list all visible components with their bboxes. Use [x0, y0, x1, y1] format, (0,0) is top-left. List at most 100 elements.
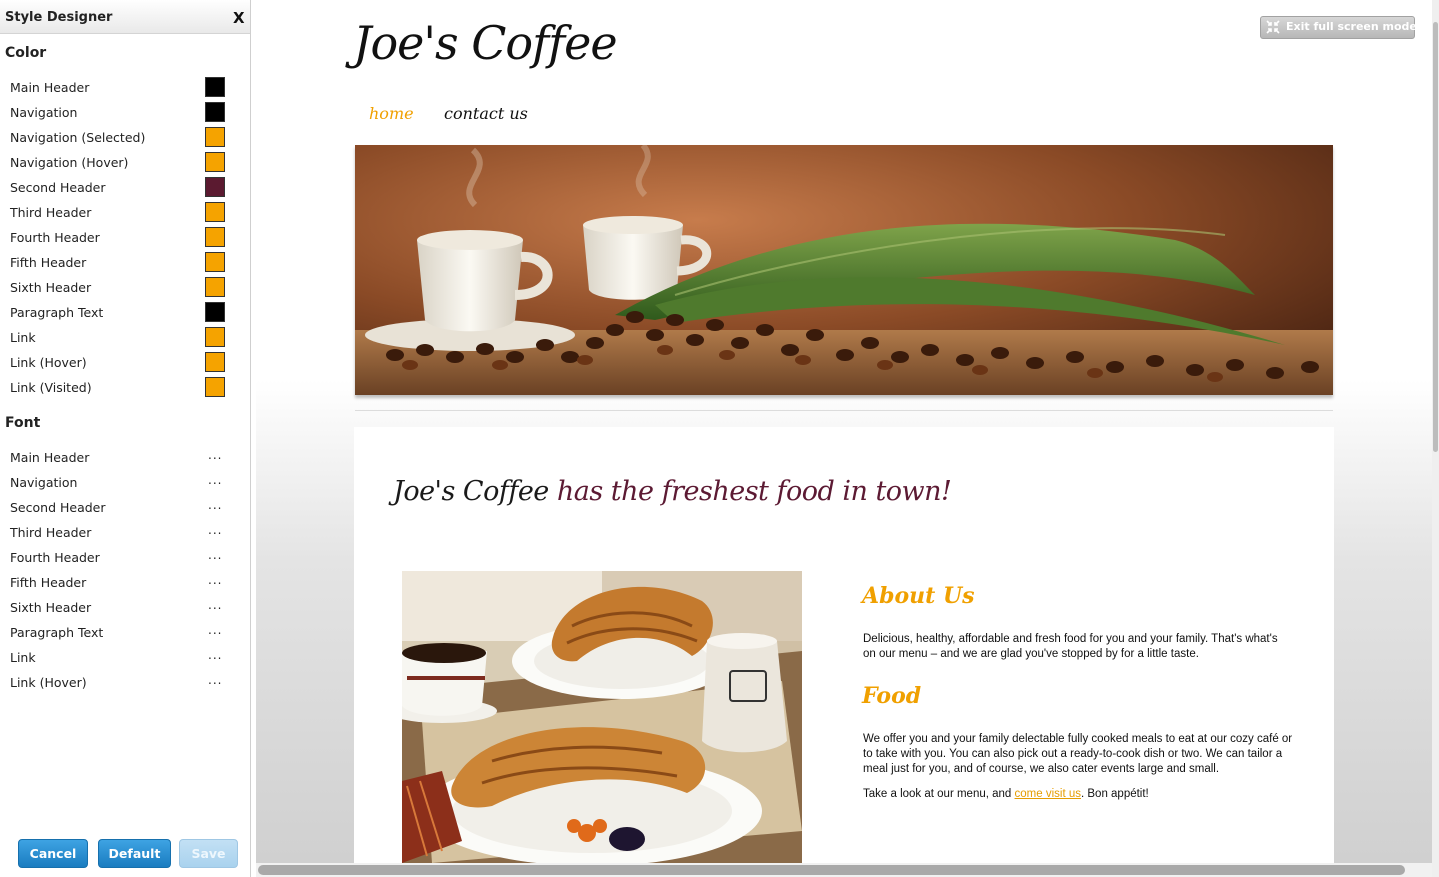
exit-fullscreen-label: Exit full screen mode: [1286, 20, 1417, 33]
font-row[interactable]: Link (Hover)...: [0, 670, 250, 695]
croissant-photo: [402, 571, 802, 863]
color-swatch[interactable]: [205, 177, 225, 197]
color-swatch[interactable]: [205, 277, 225, 297]
panel-header: Style Designer X: [0, 0, 250, 34]
color-row-label: Link: [10, 330, 36, 345]
font-row[interactable]: Third Header...: [0, 520, 250, 545]
save-button[interactable]: Save: [179, 839, 238, 868]
color-swatch[interactable]: [205, 302, 225, 322]
second-header: Joe's Coffee has the freshest food in to…: [393, 476, 952, 507]
font-row[interactable]: Paragraph Text...: [0, 620, 250, 645]
color-row[interactable]: Navigation (Hover): [0, 150, 250, 175]
nav-home[interactable]: home: [369, 104, 414, 123]
color-row[interactable]: Main Header: [0, 75, 250, 100]
color-row[interactable]: Third Header: [0, 200, 250, 225]
font-row-label: Fourth Header: [10, 550, 100, 565]
color-row-label: Paragraph Text: [10, 305, 104, 320]
font-options-button[interactable]: ...: [208, 498, 222, 512]
color-row-label: Second Header: [10, 180, 106, 195]
horizontal-scroll-thumb[interactable]: [258, 865, 1405, 875]
color-swatch[interactable]: [205, 152, 225, 172]
font-row[interactable]: Navigation...: [0, 470, 250, 495]
font-row-label: Paragraph Text: [10, 625, 104, 640]
cancel-button[interactable]: Cancel: [18, 839, 88, 868]
font-row-label: Link: [10, 650, 36, 665]
color-swatch[interactable]: [205, 227, 225, 247]
collapse-icon: [1266, 20, 1280, 37]
font-row[interactable]: Fourth Header...: [0, 545, 250, 570]
color-swatch[interactable]: [205, 327, 225, 347]
color-swatch[interactable]: [205, 352, 225, 372]
font-options-button[interactable]: ...: [208, 673, 222, 687]
about-us-heading: About Us: [862, 583, 975, 609]
font-row-label: Sixth Header: [10, 600, 92, 615]
hero-divider: [355, 410, 1333, 411]
style-designer-panel: Style Designer X Color Main Header Naviga…: [0, 0, 251, 877]
font-options-button[interactable]: ...: [208, 448, 222, 462]
color-swatch[interactable]: [205, 202, 225, 222]
color-row-label: Link (Hover): [10, 355, 87, 370]
font-row-label: Main Header: [10, 450, 90, 465]
tagline-brand: Joe's Coffee: [393, 476, 549, 507]
color-row-label: Third Header: [10, 205, 92, 220]
exit-fullscreen-button[interactable]: Exit full screen mode: [1260, 16, 1417, 39]
font-options-button[interactable]: ...: [208, 573, 222, 587]
tagline-text: has the freshest food in town!: [548, 476, 952, 507]
font-options-button[interactable]: ...: [208, 598, 222, 612]
color-section-title: Color: [5, 45, 47, 61]
color-swatch[interactable]: [205, 252, 225, 272]
font-section-title: Font: [5, 415, 41, 431]
color-row[interactable]: Navigation (Selected): [0, 125, 250, 150]
font-row[interactable]: Sixth Header...: [0, 595, 250, 620]
color-row-label: Navigation (Hover): [10, 155, 129, 170]
font-row-label: Second Header: [10, 500, 106, 515]
visit-suffix: . Bon appétit!: [1080, 788, 1149, 800]
color-row[interactable]: Fourth Header: [0, 225, 250, 250]
color-row[interactable]: Fifth Header: [0, 250, 250, 275]
color-swatch[interactable]: [205, 102, 225, 122]
default-button[interactable]: Default: [98, 839, 171, 868]
font-row[interactable]: Link...: [0, 645, 250, 670]
close-icon[interactable]: X: [233, 9, 245, 27]
color-swatch[interactable]: [205, 77, 225, 97]
color-row-label: Fourth Header: [10, 230, 100, 245]
about-us-text: Delicious, healthy, affordable and fresh…: [863, 633, 1278, 660]
font-options-button[interactable]: ...: [208, 623, 222, 637]
font-options-button[interactable]: ...: [208, 548, 222, 562]
color-swatch[interactable]: [205, 127, 225, 147]
visit-prefix: Take a look at our menu, and: [863, 788, 1015, 800]
color-row[interactable]: Link (Visited): [0, 375, 250, 400]
color-row-label: Sixth Header: [10, 280, 92, 295]
color-row[interactable]: Sixth Header: [0, 275, 250, 300]
food-heading: Food: [862, 683, 922, 709]
color-row[interactable]: Link: [0, 325, 250, 350]
come-visit-us-link[interactable]: come visit us: [1015, 788, 1081, 800]
color-row-label: Navigation: [10, 105, 78, 120]
vertical-scroll-thumb[interactable]: [1433, 22, 1438, 452]
font-options-button[interactable]: ...: [208, 523, 222, 537]
font-options-button[interactable]: ...: [208, 648, 222, 662]
font-row-label: Fifth Header: [10, 575, 87, 590]
color-row-label: Navigation (Selected): [10, 130, 146, 145]
food-text: We offer you and your family delectable …: [863, 733, 1293, 775]
font-row[interactable]: Second Header...: [0, 495, 250, 520]
visit-text: Take a look at our menu, and come visit …: [863, 787, 1293, 802]
site-title: Joe's Coffee: [353, 16, 618, 70]
color-row-label: Link (Visited): [10, 380, 92, 395]
font-row[interactable]: Fifth Header...: [0, 570, 250, 595]
panel-title: Style Designer: [5, 10, 113, 25]
color-row[interactable]: Second Header: [0, 175, 250, 200]
font-row[interactable]: Main Header...: [0, 445, 250, 470]
color-row[interactable]: Navigation: [0, 100, 250, 125]
color-row-label: Fifth Header: [10, 255, 87, 270]
hero-coffee-image: [355, 145, 1333, 395]
font-row-label: Navigation: [10, 475, 78, 490]
font-row-label: Link (Hover): [10, 675, 87, 690]
color-row-label: Main Header: [10, 80, 90, 95]
font-options-button[interactable]: ...: [208, 473, 222, 487]
color-swatch[interactable]: [205, 377, 225, 397]
nav-contact-us[interactable]: contact us: [444, 104, 528, 123]
font-row-label: Third Header: [10, 525, 92, 540]
color-row[interactable]: Paragraph Text: [0, 300, 250, 325]
color-row[interactable]: Link (Hover): [0, 350, 250, 375]
